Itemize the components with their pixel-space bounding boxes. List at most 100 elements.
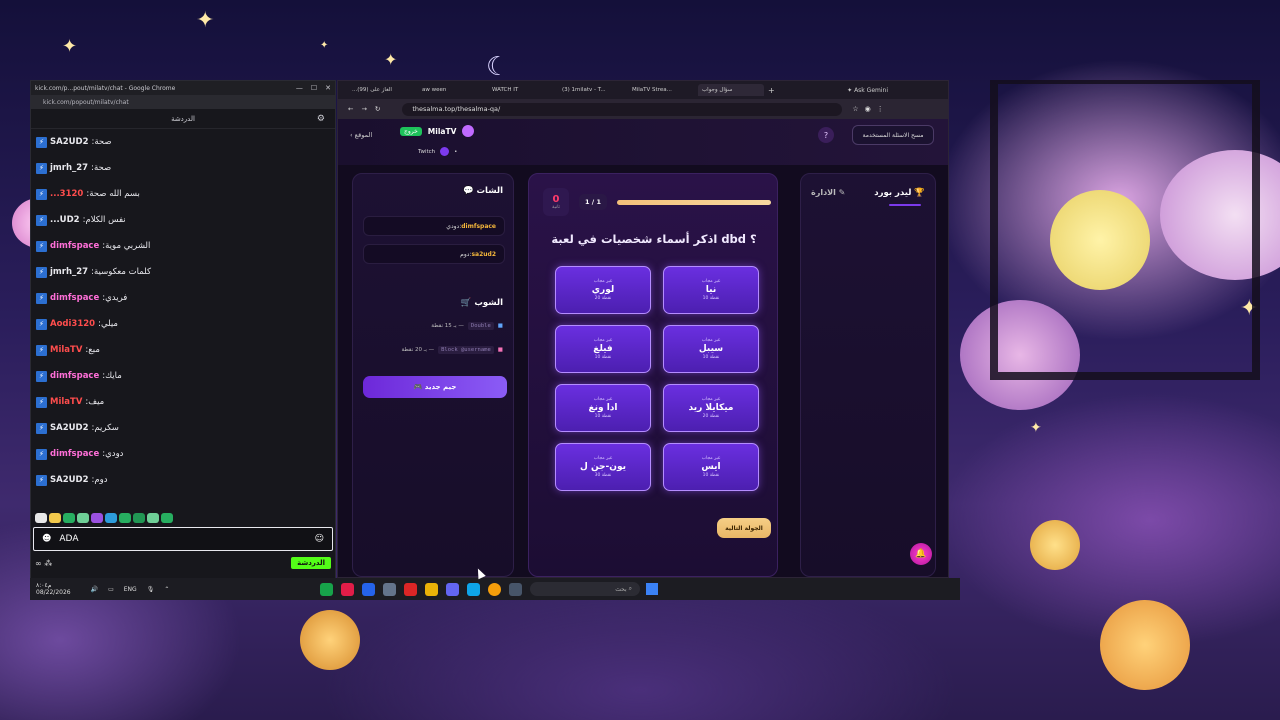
emote-icon[interactable] xyxy=(35,513,47,523)
app-icon[interactable] xyxy=(404,582,417,596)
emote-icon[interactable] xyxy=(133,513,145,523)
kick-badge-icon: ⚡ xyxy=(36,266,47,278)
chat-settings-icon[interactable]: ⚙ xyxy=(317,114,325,124)
chat-username[interactable]: SA2UD2 xyxy=(50,137,89,147)
help-button[interactable]: ? xyxy=(818,127,834,143)
clear-used-questions-button[interactable]: مسح الاسئلة المستخدمة xyxy=(852,125,934,145)
chat-username[interactable]: dimfspace xyxy=(50,293,99,303)
chat-message: ⚡ MilaTV: ميف xyxy=(31,389,335,415)
answer-card[interactable]: غير مجاب ميكايلا ريد 20 نقطة xyxy=(663,384,759,432)
app-icon[interactable] xyxy=(320,582,333,596)
minimize-icon[interactable]: — xyxy=(296,84,303,92)
emote-icon[interactable] xyxy=(91,513,103,523)
app-icon[interactable] xyxy=(383,582,396,596)
chat-username[interactable]: ...UD2 xyxy=(50,215,80,225)
nav-buttons[interactable]: ←→↻ xyxy=(348,105,388,113)
answer-card[interactable]: غير مجاب لوري 20 نقطة xyxy=(555,266,651,314)
taskbar-clock[interactable]: م٨:٠٤ 08/22/2026 xyxy=(36,582,71,596)
chat-address-bar[interactable]: kick.com/popout/milatv/chat xyxy=(31,95,335,109)
emote-icon[interactable] xyxy=(147,513,159,523)
chat-username[interactable]: MilaTV xyxy=(50,345,82,355)
bell-icon: 🔔 xyxy=(915,549,927,559)
app-icon[interactable] xyxy=(446,582,459,596)
browser-tab[interactable]: MilaTV Strea... xyxy=(628,84,694,96)
admin-link[interactable]: الادارة ✎ xyxy=(811,188,845,197)
chat-username[interactable]: dimfspace xyxy=(50,371,99,381)
new-game-button[interactable]: 🎮 جيم جديد xyxy=(363,376,507,398)
app-icon[interactable] xyxy=(509,582,522,596)
browser-tab[interactable]: ...(99) الغاز على xyxy=(348,84,414,96)
shop-item-icon: ■ xyxy=(497,347,503,353)
gemini-button[interactable]: ✦ Ask Gemini xyxy=(847,87,888,94)
chat-username[interactable]: dimfspace xyxy=(50,241,99,251)
answer-card[interactable]: غير مجاب يون-جن ل 30 نقطة xyxy=(555,443,651,491)
answer-pts: 10 نقطة xyxy=(702,473,720,478)
maximize-icon[interactable]: ☐ xyxy=(311,84,317,92)
toolbar-icons[interactable]: ☆◉⋮ xyxy=(852,105,889,113)
chat-username[interactable]: Aodi3120 xyxy=(50,319,95,329)
volume-icon[interactable]: 🔊 xyxy=(91,586,98,593)
chrome-icon[interactable] xyxy=(488,582,501,596)
answer-card[interactable]: غير مجاب فيلغ 10 نقطة xyxy=(555,325,651,373)
browser-tab[interactable]: (3) 1milatv - T... xyxy=(558,84,624,96)
taskbar-search[interactable]: بحث ⌕ xyxy=(530,582,640,596)
browser-tab[interactable]: aw ween xyxy=(418,84,484,96)
chevron-up-icon[interactable]: ⌃ xyxy=(164,586,169,593)
answer-tag: غير مجاب xyxy=(593,279,613,284)
emote-icon[interactable] xyxy=(49,513,61,523)
url-field[interactable]: thesalma.top/thesalma-qa/ xyxy=(402,102,843,116)
site-back-link[interactable]: ‹ الموقع xyxy=(350,131,372,139)
chat-bubble-icon: 💬 xyxy=(462,186,474,196)
logout-button[interactable]: خروج xyxy=(400,126,422,136)
chat-username[interactable]: MilaTV xyxy=(50,397,82,407)
shop-item[interactable]: بـ 20 نقطة — Block @username ■ xyxy=(363,346,503,354)
mic-icon[interactable]: 🎙 xyxy=(147,586,155,593)
close-icon[interactable]: ✕ xyxy=(325,84,331,92)
answer-card[interactable]: غير مجاب ايس 10 نقطة xyxy=(663,443,759,491)
floating-action-button[interactable]: 🔔 xyxy=(910,543,932,565)
controller-icon: 🎮 xyxy=(413,383,423,391)
smiley-icon[interactable]: ☺ xyxy=(315,534,324,544)
emoji-icon[interactable]: ☻ xyxy=(42,534,51,544)
site-chat-message: دودي : dimfspace xyxy=(363,216,505,236)
emote-icon[interactable] xyxy=(105,513,117,523)
emote-icon[interactable] xyxy=(119,513,131,523)
answer-tag: غير مجاب xyxy=(701,279,721,284)
emote-icon[interactable] xyxy=(63,513,75,523)
chat-username[interactable]: SA2UD2 xyxy=(50,423,89,433)
kick-badge-icon: ⚡ xyxy=(36,344,47,356)
new-tab-icon[interactable]: + xyxy=(768,86,775,95)
app-icon[interactable] xyxy=(341,582,354,596)
chat-footer-icons[interactable]: ∞ ⁂ xyxy=(35,559,52,568)
shop-item[interactable]: بـ 15 نقطة — Double ■ xyxy=(363,322,503,330)
windows-start-icon[interactable] xyxy=(646,583,658,595)
chat-username[interactable]: jmrh_27 xyxy=(50,163,88,173)
answer-tag: غير مجاب xyxy=(593,456,613,461)
settings-dot-icon[interactable]: • xyxy=(454,149,457,155)
answer-card[interactable]: غير مجاب سيبل 10 نقطة xyxy=(663,325,759,373)
gemini-label: Ask Gemini xyxy=(854,86,888,94)
app-icon[interactable] xyxy=(425,582,438,596)
answer-card[interactable]: غير مجاب ادا ونغ 10 نقطة xyxy=(555,384,651,432)
chat-username[interactable]: SA2UD2 xyxy=(50,475,89,485)
chat-message: ⚡ ...3120: بسم الله صحة xyxy=(31,181,335,207)
kick-badge-icon: ⚡ xyxy=(36,370,47,382)
emote-icon[interactable] xyxy=(77,513,89,523)
browser-tab[interactable]: سؤال وجواب xyxy=(698,84,764,96)
chat-input[interactable]: ☻ ADA ☺ xyxy=(33,527,333,551)
taskbar-lang[interactable]: ENG xyxy=(124,586,137,593)
app-icon[interactable] xyxy=(362,582,375,596)
app-icon[interactable] xyxy=(467,582,480,596)
chat-message: ⚡ dimfspace: الشربي موية xyxy=(31,233,335,259)
answer-card[interactable]: غير مجاب نيا 10 نقطة xyxy=(663,266,759,314)
next-round-button[interactable]: الجولة التالية xyxy=(717,518,771,538)
monitor-icon[interactable]: ▭ xyxy=(108,586,114,593)
chat-username[interactable]: ...3120 xyxy=(50,189,83,199)
chat-send-button[interactable]: الدردشة xyxy=(291,557,331,569)
site-chat-text: دوم xyxy=(460,250,470,258)
browser-tab[interactable]: WATCH IT xyxy=(488,84,554,96)
emote-icon[interactable] xyxy=(161,513,173,523)
chat-username[interactable]: dimfspace xyxy=(50,449,99,459)
answer-pts: 10 نقطة xyxy=(702,355,720,360)
chat-username[interactable]: jmrh_27 xyxy=(50,267,88,277)
